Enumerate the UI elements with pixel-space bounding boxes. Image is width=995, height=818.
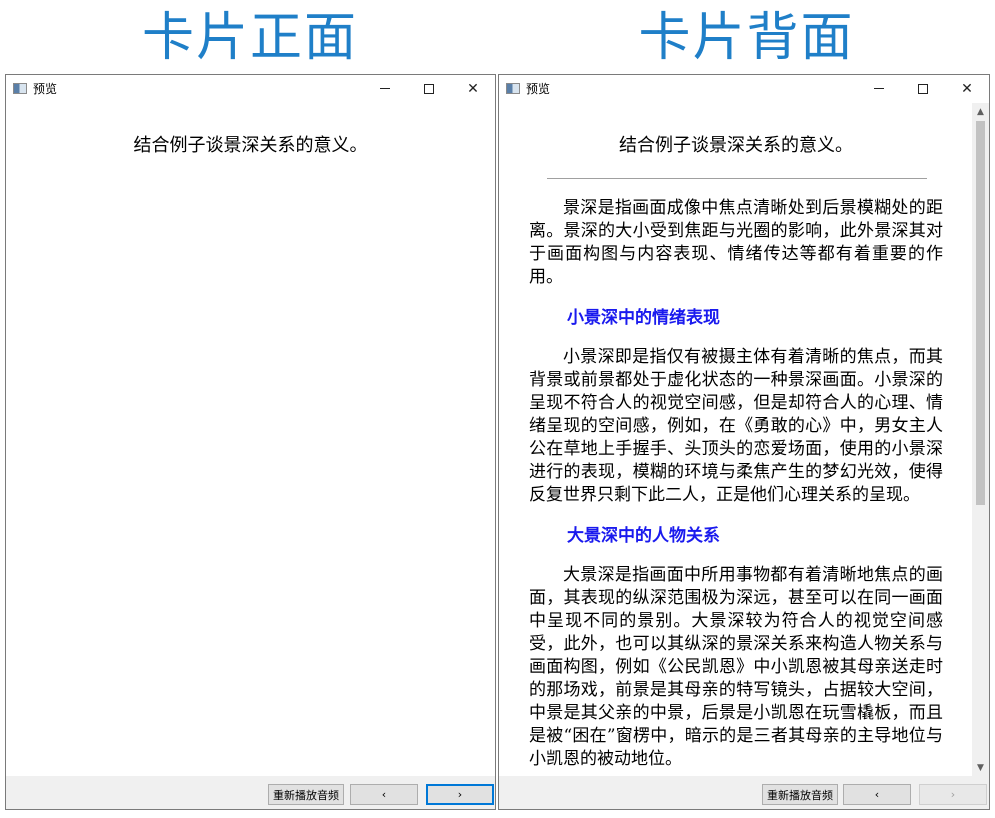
maximize-icon <box>918 83 928 94</box>
chevron-right-icon: › <box>457 788 463 801</box>
minimize-button[interactable] <box>363 75 407 102</box>
scroll-down-arrow-icon[interactable]: ▼ <box>972 759 989 776</box>
section-text-shallow-dof: 小景深即是指仅有被摄主体有着清晰的焦点，而其背景或前景都处于虚化状态的一种景深画… <box>529 347 943 505</box>
section-text-deep-dof: 大景深是指画面中所用事物都有着清晰地焦点的画面，其表现的纵深范围极为深远，甚至可… <box>529 565 943 769</box>
close-icon: ✕ <box>467 80 479 97</box>
minimize-button[interactable] <box>857 75 901 102</box>
preview-window-front: 预览 ✕ 结合例子谈景深关系的意义。 重新播放音频 ‹ › <box>5 74 496 810</box>
card-front-content: 结合例子谈景深关系的意义。 <box>6 103 495 776</box>
maximize-icon <box>424 83 434 94</box>
app-icon <box>506 83 520 94</box>
window-title: 预览 <box>526 82 551 96</box>
chevron-right-icon: › <box>950 788 956 801</box>
bottom-toolbar: 重新播放音频 ‹ › <box>6 776 495 809</box>
close-button[interactable]: ✕ <box>451 75 495 102</box>
maximize-button[interactable] <box>901 75 945 102</box>
prev-button[interactable]: ‹ <box>843 784 911 805</box>
title-bar[interactable]: 预览 ✕ <box>6 75 495 102</box>
section-title-deep-dof: 大景深中的人物关系 <box>567 526 720 546</box>
replay-audio-button[interactable]: 重新播放音频 <box>268 784 344 805</box>
next-button[interactable]: › <box>426 784 494 805</box>
close-icon: ✕ <box>961 80 973 97</box>
answer-intro: 景深是指画面成像中焦点清晰处到后景模糊处的距离。景深的大小受到焦距与光圈的影响，… <box>529 198 943 287</box>
minimize-icon <box>380 88 390 89</box>
scroll-up-arrow-icon[interactable]: ▲ <box>972 103 989 120</box>
scrollbar-thumb[interactable] <box>976 121 985 505</box>
close-button[interactable]: ✕ <box>945 75 989 102</box>
app-icon <box>13 83 27 94</box>
question-text: 结合例子谈景深关系的意义。 <box>133 135 368 156</box>
answer-body: 景深是指画面成像中焦点清晰处到后景模糊处的距离。景深的大小受到焦距与光圈的影响，… <box>529 197 943 771</box>
next-button[interactable]: › <box>919 784 987 805</box>
card-back-content[interactable]: 结合例子谈景深关系的意义。 景深是指画面成像中焦点清晰处到后景模糊处的距离。景深… <box>499 103 989 776</box>
chevron-left-icon: ‹ <box>381 788 387 801</box>
front-heading: 卡片正面 <box>141 8 358 68</box>
replay-audio-button[interactable]: 重新播放音频 <box>762 784 838 805</box>
title-bar[interactable]: 预览 ✕ <box>499 75 989 102</box>
vertical-scrollbar[interactable]: ▲ ▼ <box>972 103 989 776</box>
section-title-shallow-dof: 小景深中的情绪表现 <box>567 308 720 328</box>
prev-button[interactable]: ‹ <box>350 784 418 805</box>
divider <box>547 178 927 179</box>
window-title: 预览 <box>33 82 58 96</box>
chevron-left-icon: ‹ <box>874 788 880 801</box>
maximize-button[interactable] <box>407 75 451 102</box>
minimize-icon <box>874 88 884 89</box>
bottom-toolbar: 重新播放音频 ‹ › <box>499 776 989 809</box>
preview-window-back: 预览 ✕ 结合例子谈景深关系的意义。 景深是指画面成像中焦点清晰处到后景模糊处的… <box>498 74 990 810</box>
question-text: 结合例子谈景深关系的意义。 <box>619 135 853 156</box>
back-heading: 卡片背面 <box>638 8 855 68</box>
